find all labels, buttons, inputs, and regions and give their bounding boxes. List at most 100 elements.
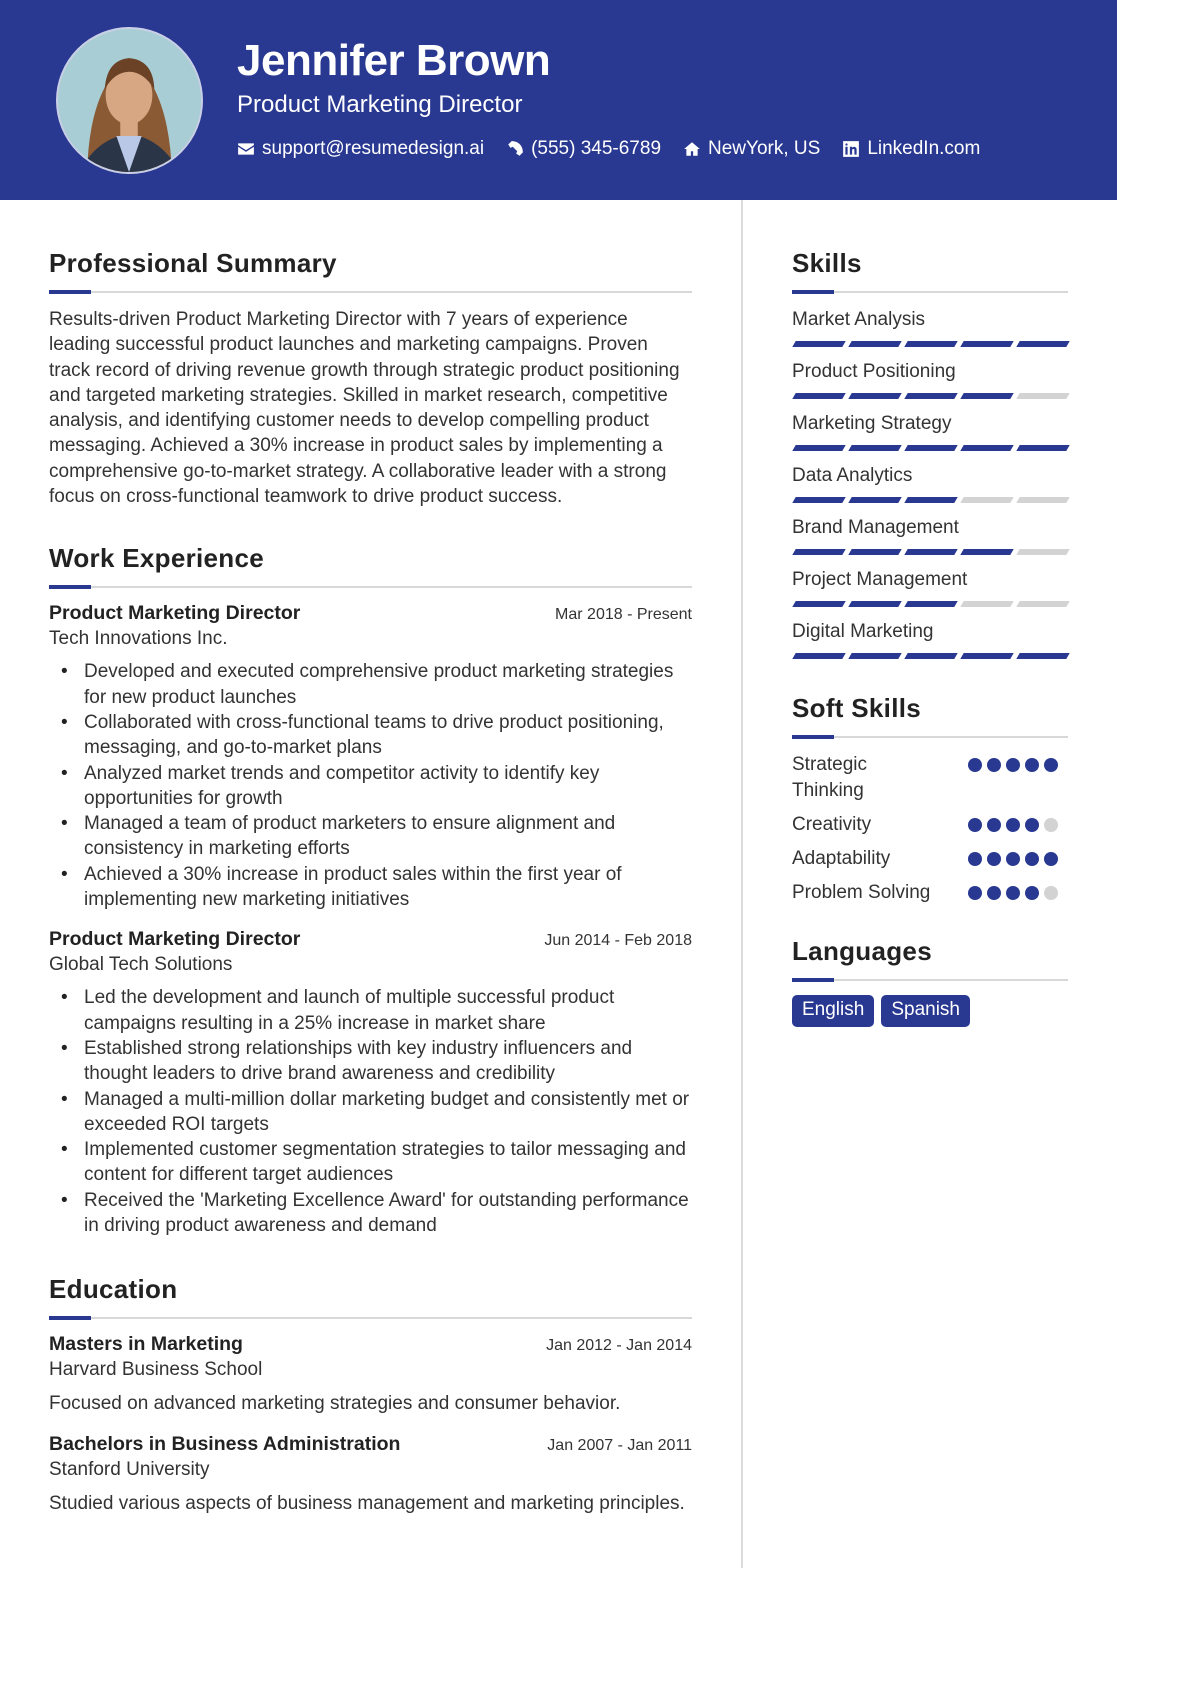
job-bullets: Led the development and launch of multip…: [49, 985, 692, 1238]
language-list: English Spanish: [792, 995, 1068, 1027]
profile-photo: [56, 27, 203, 174]
skill-level-bar: [792, 445, 1070, 451]
section-title: Professional Summary: [49, 248, 337, 278]
rating-dot-empty: [1044, 886, 1058, 900]
skill-list: Market Analysis Product Positioning Market…: [792, 307, 1070, 659]
person-photo-icon: [58, 29, 201, 172]
skill-segment-filled: [904, 549, 958, 555]
soft-skill-item: Problem Solving: [792, 880, 1068, 906]
language-badge: Spanish: [881, 995, 970, 1027]
rating-dot-filled: [1025, 886, 1039, 900]
skill-name: Market Analysis: [792, 309, 926, 330]
job-entry: Product Marketing Director Mar 2018 - Pre…: [49, 602, 692, 912]
skill-segment-filled: [1016, 653, 1070, 659]
education-description: Focused on advanced marketing strategies…: [49, 1393, 621, 1415]
section-rule: [792, 735, 1068, 739]
skill-name: Data Analytics: [792, 465, 913, 486]
skill-segment-empty: [1016, 497, 1070, 503]
skill-segment-filled: [960, 549, 1014, 555]
rating-dot-filled: [987, 758, 1001, 772]
rating-dot-filled: [1006, 886, 1020, 900]
contact-phone[interactable]: (555) 345-6789: [506, 138, 661, 160]
skill-name: Digital Marketing: [792, 621, 934, 642]
skill-segment-filled: [848, 601, 902, 607]
skill-level-bar: [792, 653, 1070, 659]
degree-title: Masters in Marketing: [49, 1333, 243, 1356]
skill-name: Product Positioning: [792, 361, 956, 382]
rating-dot-filled: [987, 852, 1001, 866]
contact-linkedin[interactable]: LinkedIn.com: [842, 138, 980, 160]
skill-segment-filled: [792, 601, 846, 607]
soft-skill-item: Strategic Thinking: [792, 752, 1068, 804]
contact-email[interactable]: support@resumedesign.ai: [237, 138, 484, 160]
school-name: Stanford University: [49, 1458, 210, 1480]
contact-linkedin-text: LinkedIn.com: [867, 138, 981, 159]
skill-level-bar: [792, 497, 1070, 503]
rating-dot-filled: [987, 818, 1001, 832]
job-bullet: Received the 'Marketing Excellence Award…: [49, 1188, 692, 1239]
job-bullet: Implemented customer segmentation strate…: [49, 1137, 692, 1188]
skill-segment-filled: [792, 341, 846, 347]
skill-segment-filled: [792, 445, 846, 451]
job-bullet: Led the development and launch of multip…: [49, 985, 692, 1036]
skill-segment-filled: [848, 341, 902, 347]
job-list: Product Marketing Director Mar 2018 - Pre…: [49, 602, 692, 1238]
job-company: Tech Innovations Inc.: [49, 628, 228, 650]
education-description: Studied various aspects of business mana…: [49, 1492, 685, 1514]
job-title: Product Marketing Director: [49, 928, 301, 951]
section-title: Soft Skills: [792, 693, 921, 723]
skill-segment-empty: [1016, 549, 1070, 555]
job-bullet: Managed a team of product marketers to e…: [49, 811, 692, 862]
column-divider: [741, 200, 743, 1568]
skill-segment-empty: [1016, 393, 1070, 399]
linkedin-icon: [843, 141, 860, 157]
education-entry: Masters in Marketing Jan 2012 - Jan 2014 H…: [49, 1333, 692, 1416]
job-header: Product Marketing Director Jun 2014 - Feb…: [49, 928, 692, 951]
rating-dot-filled: [968, 818, 982, 832]
skill-segment-filled: [960, 341, 1014, 347]
skill-segment-filled: [960, 393, 1014, 399]
resume-header: Jennifer Brown Product Marketing Directo…: [0, 0, 1117, 200]
job-bullet: Analyzed market trends and competitor ac…: [49, 761, 692, 812]
education-list: Masters in Marketing Jan 2012 - Jan 2014 H…: [49, 1333, 692, 1516]
skill-segment-filled: [904, 341, 958, 347]
job-header: Product Marketing Director Mar 2018 - Pre…: [49, 602, 692, 625]
skill-level-bar: [792, 393, 1070, 399]
contact-row: support@resumedesign.ai (555) 345-6789 N…: [237, 138, 980, 160]
sidebar-column: Skills Market Analysis Product Positionin…: [792, 248, 1070, 1027]
envelope-icon: [238, 143, 254, 155]
soft-skill-rating: [968, 752, 1068, 804]
job-bullet: Developed and executed comprehensive pro…: [49, 659, 692, 710]
section-rule: [49, 290, 692, 294]
soft-skill-name: Adaptability: [792, 848, 891, 869]
skill-segment-filled: [904, 497, 958, 503]
section-title: Skills: [792, 248, 862, 278]
skill-item: Brand Management: [792, 515, 1070, 555]
section-rule: [49, 585, 692, 590]
rating-dot-filled: [968, 886, 982, 900]
skill-segment-filled: [904, 445, 958, 451]
skill-item: Product Positioning: [792, 359, 1070, 399]
rating-dot-filled: [1025, 852, 1039, 866]
skill-segment-filled: [848, 653, 902, 659]
skill-segment-filled: [792, 653, 846, 659]
section-title: Work Experience: [49, 543, 265, 574]
skill-segment-filled: [1016, 445, 1070, 451]
job-bullet: Established strong relationships with ke…: [49, 1036, 692, 1087]
skill-item: Data Analytics: [792, 463, 1070, 503]
rating-dot-filled: [1025, 818, 1039, 832]
candidate-name: Jennifer Brown: [237, 36, 551, 85]
experience-section: Work Experience Product Marketing Direct…: [49, 543, 692, 1238]
skill-name: Project Management: [792, 569, 968, 590]
skill-segment-filled: [848, 445, 902, 451]
section-title: Education: [49, 1274, 178, 1305]
rating-dot-filled: [1006, 852, 1020, 866]
contact-location[interactable]: NewYork, US: [683, 138, 820, 160]
skill-segment-filled: [848, 393, 902, 399]
contact-phone-text: (555) 345-6789: [531, 138, 662, 159]
education-dates: Jan 2012 - Jan 2014: [546, 1337, 692, 1355]
home-icon: [684, 142, 700, 156]
soft-skill-name: Strategic Thinking: [792, 754, 867, 801]
rating-dot-filled: [1044, 758, 1058, 772]
job-bullet: Collaborated with cross-functional teams…: [49, 710, 692, 761]
